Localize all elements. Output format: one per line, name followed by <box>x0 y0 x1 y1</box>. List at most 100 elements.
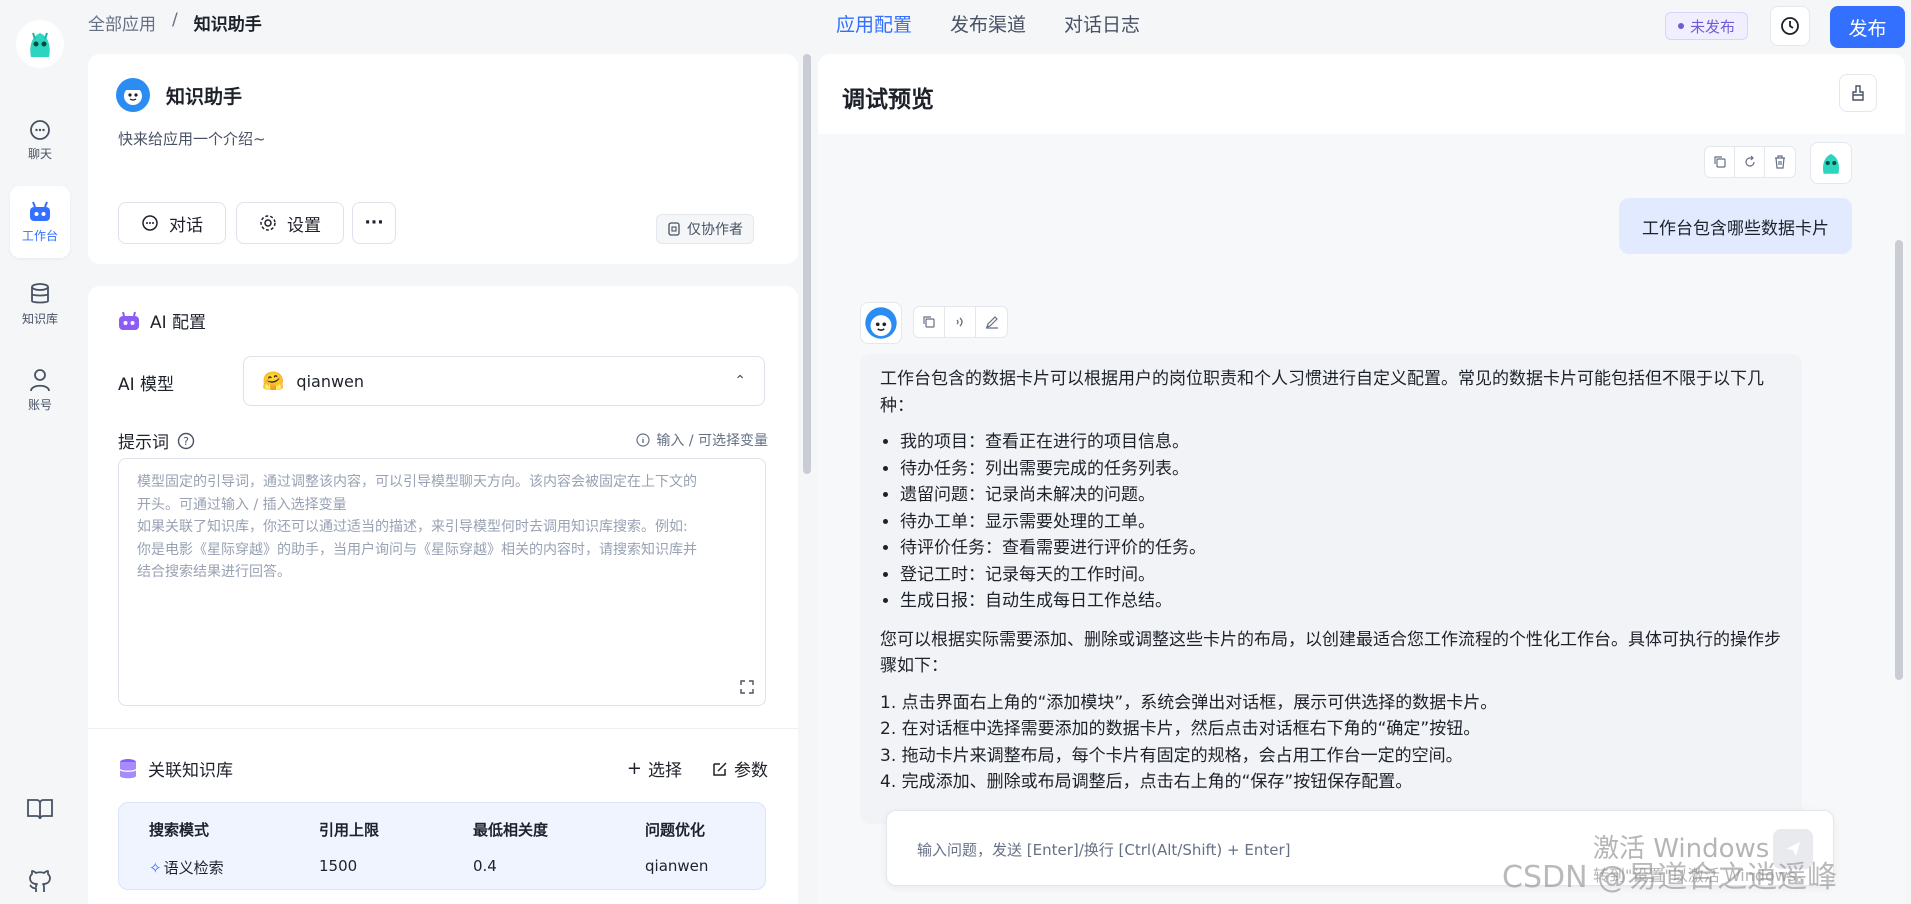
app-avatar <box>116 78 150 112</box>
top-tabs: 应用配置 发布渠道 对话日志 <box>836 10 1140 37</box>
help-icon[interactable]: ? <box>177 432 195 450</box>
more-button[interactable]: ··· <box>352 202 396 244</box>
ai-config-title-text: AI 配置 <box>150 313 207 333</box>
step-item: 3. 拖动卡片来调整布局，每个卡片有固定的规格，会占用工作台一定的空间。 <box>880 745 1463 766</box>
user-avatar <box>1810 142 1852 184</box>
svg-text:?: ? <box>183 435 189 448</box>
model-select[interactable]: 🤗 qianwen ⌃ <box>243 356 765 406</box>
ai-config-card: AI 配置 AI 模型 🤗 qianwen ⌃ 提示词 ? 输入 / 可选择变量… <box>88 286 798 904</box>
history-button[interactable] <box>1770 6 1810 46</box>
read-aloud-button[interactable] <box>945 307 976 337</box>
table-header: 最低相关度 <box>473 821 549 839</box>
settings-button[interactable]: 设置 <box>236 202 344 244</box>
app-logo[interactable] <box>16 20 64 68</box>
chat-area: 工作台包含哪些数据卡片 工作台包含的数据卡片可以根据用户的岗位职责和个人习惯进行… <box>818 134 1905 904</box>
csdn-watermark: CSDN @易道合之逍遥峰 <box>1502 860 1838 895</box>
book-icon <box>27 799 53 820</box>
bot-intro: 工作台包含的数据卡片可以根据用户的岗位职责和个人习惯进行自定义配置。常见的数据卡… <box>880 369 1764 416</box>
chevron-updown-icon: ⌃ <box>734 373 746 389</box>
bot-avatar <box>860 302 902 344</box>
coauthor-label: 仅协作者 <box>687 222 743 238</box>
copy-icon <box>1713 156 1726 168</box>
bot-list: 我的项目：查看正在进行的项目信息。 待办任务：列出需要完成的任务列表。 遗留问题… <box>880 429 1782 615</box>
search-mode-value: 语义检索 <box>163 859 224 877</box>
nav-item-knowledge[interactable]: 知识库 <box>10 268 70 340</box>
user-icon <box>30 368 50 391</box>
lock-icon <box>668 222 680 236</box>
list-item: 我的项目：查看正在进行的项目信息。 <box>900 429 1782 456</box>
app-name: 知识助手 <box>166 86 243 108</box>
list-item: 待办任务：列出需要完成的任务列表。 <box>900 456 1782 483</box>
nav-label-workbench: 工作台 <box>21 228 58 243</box>
publish-button[interactable]: 发布 <box>1830 6 1905 48</box>
model-label: AI 模型 <box>118 375 175 395</box>
copy-button[interactable] <box>1705 147 1735 177</box>
speaker-icon <box>956 317 963 327</box>
robot-icon <box>30 201 50 221</box>
ai-config-title: AI 配置 <box>118 308 206 333</box>
prompt-label: 提示词 <box>118 433 169 453</box>
assistant-face-icon <box>865 307 897 339</box>
tab-app-config[interactable]: 应用配置 <box>836 10 912 37</box>
list-item: 生成日报：自动生成每日工作总结。 <box>900 588 1782 615</box>
delete-button[interactable] <box>1765 147 1795 177</box>
tab-publish-channel[interactable]: 发布渠道 <box>950 10 1026 37</box>
tab-chat-logs[interactable]: 对话日志 <box>1064 10 1140 37</box>
nav-label-account: 账号 <box>27 397 52 412</box>
table-cell: qianwen <box>645 857 709 875</box>
search-mode-icon: ✧ <box>149 858 162 877</box>
docs-button[interactable] <box>25 794 55 824</box>
step-item: 4. 完成添加、删除或布局调整后，点击右上角的“保存”按钮保存配置。 <box>880 772 1413 792</box>
breadcrumb-root[interactable]: 全部应用 <box>88 10 156 35</box>
broom-icon <box>1852 85 1864 101</box>
coauthor-badge[interactable]: 仅协作者 <box>656 214 754 244</box>
expand-icon[interactable] <box>739 679 755 695</box>
knowledge-actions: + 选择 参数 <box>627 756 768 781</box>
left-nav: 聊天 工作台 知识库 账号 <box>0 0 80 904</box>
chat-button[interactable]: 对话 <box>118 202 226 244</box>
prompt-placeholder-line: 结合搜索结果进行回答。 <box>137 564 291 580</box>
breadcrumb-separator: / <box>172 10 178 30</box>
user-message: 工作台包含哪些数据卡片 <box>1619 198 1852 254</box>
refresh-icon <box>1744 155 1755 167</box>
info-icon <box>636 433 650 447</box>
trash-icon <box>1775 155 1785 169</box>
nav-label-chat: 聊天 <box>27 146 52 161</box>
settings-button-label: 设置 <box>287 215 321 236</box>
chat-icon <box>30 119 50 140</box>
list-item: 登记工时：记录每天的工作时间。 <box>900 562 1782 589</box>
pencil-icon <box>985 316 998 329</box>
github-button[interactable] <box>25 866 55 896</box>
knowledge-title-text: 关联知识库 <box>148 761 233 781</box>
copy-icon <box>923 316 935 328</box>
table-header: 搜索模式 <box>149 821 210 839</box>
prompt-textarea[interactable]: 模型固定的引导词，通过调整该内容，可以引导模型聊天方向。该内容会被固定在上下文的… <box>118 458 766 706</box>
assistant-face-icon <box>124 85 142 105</box>
nav-item-workbench[interactable]: 工作台 <box>10 186 70 258</box>
variable-hint: 输入 / 可选择变量 <box>636 430 768 450</box>
table-header: 引用上限 <box>319 821 380 839</box>
left-scrollbar[interactable] <box>803 54 811 474</box>
database-icon <box>119 758 137 778</box>
nav-item-account[interactable]: 账号 <box>10 354 70 426</box>
copy-button[interactable] <box>914 307 945 337</box>
nav-item-chat[interactable]: 聊天 <box>10 104 70 176</box>
breadcrumb-current: 知识助手 <box>193 15 262 35</box>
select-label: 选择 <box>648 761 682 781</box>
prompt-placeholder-line: 模型固定的引导词，通过调整该内容，可以引导模型聊天方向。该内容会被固定在上下文的 <box>137 474 697 490</box>
knowledge-params-button[interactable]: 参数 <box>712 756 768 781</box>
edit-button[interactable] <box>976 307 1007 337</box>
knowledge-title: 关联知识库 <box>118 756 233 781</box>
status-text: 未发布 <box>1690 17 1736 36</box>
logo-icon <box>30 32 50 57</box>
regenerate-button[interactable] <box>1735 147 1765 177</box>
clear-chat-button[interactable] <box>1839 74 1877 112</box>
bot-paragraph: 您可以根据实际需要添加、删除或调整这些卡片的布局，以创建最适合您工作流程的个性化… <box>880 629 1781 677</box>
prompt-label-row: 提示词 ? <box>118 428 195 453</box>
table-cell: 1500 <box>319 857 358 875</box>
right-scrollbar[interactable] <box>1895 240 1903 680</box>
preview-panel: 调试预览 工作台包含哪些数据卡片 工作台包含的数据卡片可以根据用户的岗位职责和个… <box>818 54 1905 904</box>
model-emoji-icon: 🤗 <box>262 370 285 392</box>
select-knowledge-button[interactable]: + 选择 <box>627 756 682 781</box>
app-description[interactable]: 快来给应用一个介绍~ <box>118 128 266 149</box>
